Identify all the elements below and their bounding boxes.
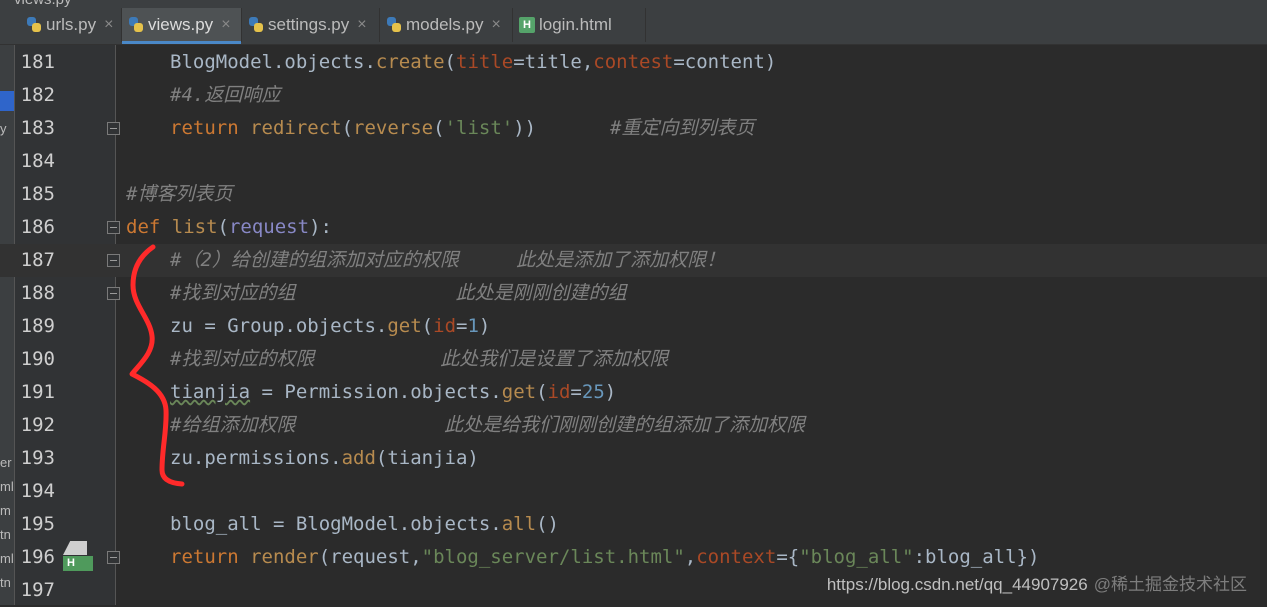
line-number: 193 (20, 447, 55, 469)
line-number: 186 (20, 216, 55, 238)
code-text: def list(request): (126, 216, 332, 238)
code-line[interactable]: 193 zu.permissions.add(tianjia) (0, 442, 1267, 475)
gutter-badge-label: H (63, 556, 93, 571)
code-line-current[interactable]: 187 #（2）给创建的组添加对应的权限 此处是添加了添加权限！ (0, 244, 1267, 277)
tab-models-py[interactable]: models.py × (380, 8, 513, 42)
line-number: 191 (20, 381, 55, 403)
fold-marker-icon[interactable] (107, 122, 120, 135)
code-line[interactable]: 184 (0, 145, 1267, 178)
fold-marker-icon[interactable] (107, 287, 120, 300)
close-icon[interactable]: × (221, 16, 230, 34)
fold-marker-icon[interactable] (107, 551, 120, 564)
html-file-icon: H (519, 17, 535, 33)
tab-label: models.py (406, 15, 484, 34)
line-number: 188 (20, 282, 55, 304)
editor-tab-bar: urls.py × views.py × settings.py × model… (0, 8, 1267, 45)
code-line[interactable]: 181 BlogModel.objects.create(title=title… (0, 46, 1267, 79)
python-file-icon (128, 17, 144, 33)
tab-label: settings.py (268, 15, 350, 34)
code-comment: #找到对应的组 此处是刚刚创建的组 (170, 282, 627, 304)
code-line[interactable]: 182 #4.返回响应 (0, 79, 1267, 112)
watermark: https://blog.csdn.net/qq_44907926 @稀土掘金技术… (827, 570, 1247, 595)
code-text: BlogModel.objects.create(title=title,con… (170, 51, 777, 73)
line-number: 185 (20, 183, 55, 205)
fold-marker-icon[interactable] (107, 221, 120, 234)
code-text: zu.permissions.add(tianjia) (170, 447, 479, 469)
line-number: 184 (20, 150, 55, 172)
code-line[interactable]: 194 (0, 475, 1267, 508)
close-icon[interactable]: × (104, 16, 113, 34)
code-comment: #（2）给创建的组添加对应的权限 此处是添加了添加权限！ (170, 249, 726, 271)
title-strip: views.py (0, 0, 1267, 8)
code-text: blog_all = BlogModel.objects.all() (170, 513, 559, 535)
line-number: 197 (20, 579, 55, 601)
code-line[interactable]: 195 blog_all = BlogModel.objects.all() (0, 508, 1267, 541)
close-icon[interactable]: × (491, 16, 500, 34)
line-number: 189 (20, 315, 55, 337)
python-file-icon (26, 17, 42, 33)
code-line[interactable]: 186 def list(request): (0, 211, 1267, 244)
code-line[interactable]: 188 #找到对应的组 此处是刚刚创建的组 (0, 277, 1267, 310)
line-number: 195 (20, 513, 55, 535)
line-number: 181 (20, 51, 55, 73)
line-number: 194 (20, 480, 55, 502)
code-comment: #找到对应的权限 此处我们是设置了添加权限 (170, 348, 669, 370)
close-icon[interactable]: × (357, 16, 366, 34)
breadcrumb: views.py (14, 0, 72, 8)
python-file-icon (386, 17, 402, 33)
code-comment: #给组添加权限 此处是给我们刚刚创建的组添加了添加权限 (170, 414, 806, 436)
line-number: 190 (20, 348, 55, 370)
code-line[interactable]: 189 zu = Group.objects.get(id=1) (0, 310, 1267, 343)
fold-marker-icon[interactable] (107, 254, 120, 267)
code-line[interactable]: 190 #找到对应的权限 此处我们是设置了添加权限 (0, 343, 1267, 376)
line-number: 183 (20, 117, 55, 139)
line-number: 192 (20, 414, 55, 436)
watermark-url: https://blog.csdn.net/qq_44907926 (826, 575, 1088, 594)
code-comment: #博客列表页 (126, 183, 233, 205)
tab-urls-py[interactable]: urls.py × (20, 8, 122, 42)
tab-settings-py[interactable]: settings.py × (242, 8, 380, 42)
code-line[interactable]: 183 return redirect(reverse('list')) #重定… (0, 112, 1267, 145)
template-link-gutter-icon[interactable]: H (63, 541, 93, 571)
python-file-icon (248, 17, 264, 33)
tab-label: views.py (148, 15, 214, 34)
line-number: 187 (20, 249, 55, 271)
tab-login-html[interactable]: H login.html (513, 8, 646, 42)
code-comment: #4.返回响应 (170, 84, 281, 106)
code-line[interactable]: 191 tianjia = Permission.objects.get(id=… (0, 376, 1267, 409)
line-number: 196 (20, 546, 55, 568)
code-text: zu = Group.objects.get(id=1) (170, 315, 491, 337)
tab-label: urls.py (46, 15, 97, 34)
code-text: return redirect(reverse('list')) (170, 117, 537, 139)
code-line[interactable]: 192 #给组添加权限 此处是给我们刚刚创建的组添加了添加权限 (0, 409, 1267, 442)
code-comment: #重定向到列表页 (610, 117, 755, 139)
watermark-site: @稀土掘金技术社区 (1093, 575, 1247, 594)
code-line[interactable]: 185 #博客列表页 (0, 178, 1267, 211)
line-number: 182 (20, 84, 55, 106)
tab-views-py[interactable]: views.py × (122, 8, 242, 44)
code-text: tianjia = Permission.objects.get(id=25) (170, 381, 617, 403)
tab-label: login.html (539, 15, 612, 34)
